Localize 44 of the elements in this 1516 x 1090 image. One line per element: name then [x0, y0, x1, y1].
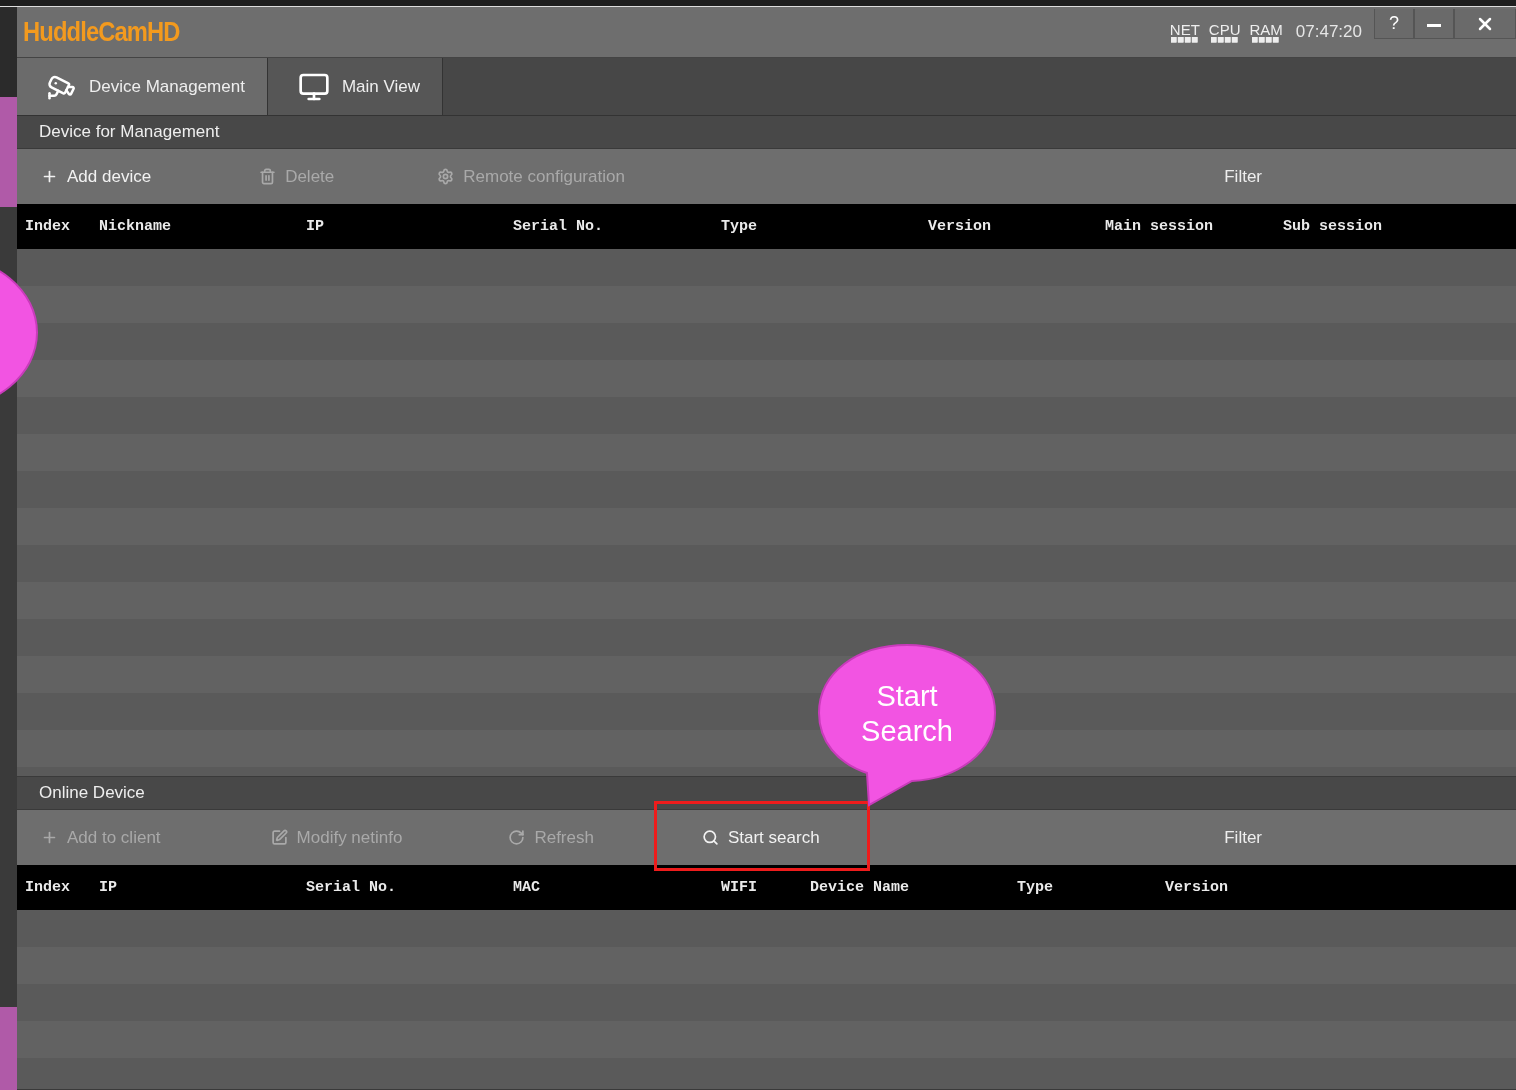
- column-header: IP: [98, 879, 118, 896]
- app-logo: HuddleCamHD: [23, 16, 180, 48]
- column-header: Index: [24, 879, 71, 896]
- toolbar-button[interactable]: Start search: [687, 817, 834, 858]
- help-button[interactable]: ?: [1374, 9, 1414, 39]
- plus-icon: [41, 168, 58, 185]
- column-header: MAC: [512, 879, 541, 896]
- meter-label: CPU: [1208, 21, 1241, 37]
- tab[interactable]: Main View: [267, 58, 444, 115]
- column-header: Type: [720, 218, 758, 235]
- callout-bubble: Start Search: [817, 643, 997, 808]
- column-header: Main session: [1104, 218, 1215, 235]
- meter-label: RAM: [1249, 21, 1283, 37]
- plus-icon: [41, 829, 58, 846]
- minimize-button[interactable]: [1414, 9, 1454, 39]
- meter-icon: [1170, 36, 1199, 43]
- refresh-icon: [508, 829, 526, 846]
- column-header: Sub session: [1282, 218, 1384, 235]
- trash-icon: [259, 168, 277, 185]
- close-button[interactable]: [1454, 9, 1516, 39]
- column-header: Serial No.: [305, 879, 397, 896]
- minimize-icon: [1427, 24, 1441, 27]
- column-header: WIFI: [720, 879, 758, 896]
- filter-button[interactable]: Filter: [1218, 165, 1268, 188]
- search-icon: [701, 829, 719, 846]
- column-header: Version: [927, 218, 992, 235]
- column-header: Device Name: [809, 879, 911, 896]
- section-title: Device for Management: [39, 122, 220, 142]
- column-header: IP: [305, 218, 325, 235]
- meter-icon: [1210, 36, 1239, 43]
- toolbar-button[interactable]: Add device: [27, 156, 166, 197]
- gear-icon: [437, 168, 455, 185]
- meter-icon: [1252, 36, 1281, 43]
- tab[interactable]: Device Management: [17, 58, 268, 115]
- column-header: Index: [24, 218, 71, 235]
- column-header: Version: [1164, 879, 1229, 896]
- edit-icon: [270, 829, 288, 846]
- clock: 07:47:20: [1295, 22, 1362, 42]
- section-title: Online Device: [39, 783, 145, 803]
- column-header: Serial No.: [512, 218, 604, 235]
- meter-label: NET: [1169, 21, 1200, 37]
- filter-button[interactable]: Filter: [1218, 826, 1268, 849]
- column-header: Type: [1016, 879, 1054, 896]
- column-header: Nickname: [98, 218, 172, 235]
